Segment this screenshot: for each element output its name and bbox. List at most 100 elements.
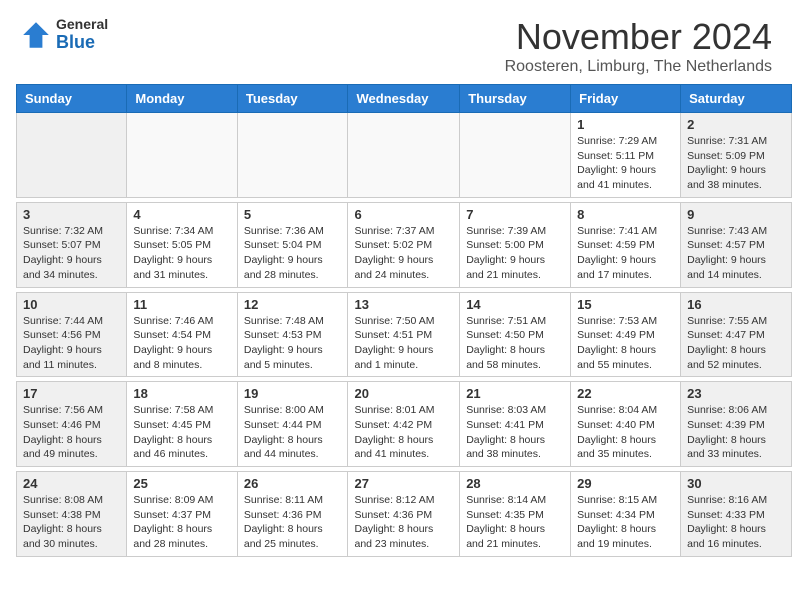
day-info: Sunrise: 7:48 AM Sunset: 4:53 PM Dayligh… (244, 314, 342, 373)
day-info: Sunrise: 7:50 AM Sunset: 4:51 PM Dayligh… (354, 314, 453, 373)
header-tuesday: Tuesday (237, 85, 348, 113)
day-number: 18 (133, 386, 230, 401)
calendar-wrapper: Sunday Monday Tuesday Wednesday Thursday… (0, 84, 792, 565)
day-number: 24 (23, 476, 120, 491)
day-info: Sunrise: 7:36 AM Sunset: 5:04 PM Dayligh… (244, 224, 342, 283)
day-number: 30 (687, 476, 785, 491)
day-info: Sunrise: 8:06 AM Sunset: 4:39 PM Dayligh… (687, 403, 785, 462)
day-info: Sunrise: 7:41 AM Sunset: 4:59 PM Dayligh… (577, 224, 674, 283)
day-info: Sunrise: 8:15 AM Sunset: 4:34 PM Dayligh… (577, 493, 674, 552)
day-info: Sunrise: 7:44 AM Sunset: 4:56 PM Dayligh… (23, 314, 120, 373)
day-number: 16 (687, 297, 785, 312)
table-row: 17Sunrise: 7:56 AM Sunset: 4:46 PM Dayli… (17, 382, 127, 467)
day-number: 8 (577, 207, 674, 222)
header-wednesday: Wednesday (348, 85, 460, 113)
day-info: Sunrise: 7:32 AM Sunset: 5:07 PM Dayligh… (23, 224, 120, 283)
table-row: 22 Sunrise: 8:04 AM Sunset: 4:40 PM Dayli… (571, 382, 681, 467)
day-number: 17 (23, 386, 120, 401)
day-number: 29 (577, 476, 674, 491)
day-info: Sunrise: 8:04 AM Sunset: 4:40 PM Dayligh… (577, 403, 674, 462)
table-row: 25 Sunrise: 8:09 AM Sunset: 4:37 PM Dayli… (127, 472, 237, 557)
day-number: 23 (687, 386, 785, 401)
table-row (127, 113, 237, 198)
table-row: 19 Sunrise: 8:00 AM Sunset: 4:44 PM Dayli… (237, 382, 348, 467)
day-info: Sunrise: 7:37 AM Sunset: 5:02 PM Dayligh… (354, 224, 453, 283)
calendar: Sunday Monday Tuesday Wednesday Thursday… (16, 84, 792, 557)
day-number: 22 (577, 386, 674, 401)
day-number: 10 (23, 297, 120, 312)
day-info: Sunrise: 7:51 AM Sunset: 4:50 PM Dayligh… (466, 314, 564, 373)
header-saturday: Saturday (681, 85, 792, 113)
table-row (237, 113, 348, 198)
day-number: 9 (687, 207, 785, 222)
day-info: Sunrise: 8:14 AM Sunset: 4:35 PM Dayligh… (466, 493, 564, 552)
table-row: 29 Sunrise: 8:15 AM Sunset: 4:34 PM Dayli… (571, 472, 681, 557)
day-number: 7 (466, 207, 564, 222)
table-row: 7 Sunrise: 7:39 AM Sunset: 5:00 PM Daylig… (460, 202, 571, 287)
page-header: General Blue November 2024 Roosteren, Li… (0, 0, 792, 84)
day-info: Sunrise: 7:31 AM Sunset: 5:09 PM Dayligh… (687, 134, 785, 193)
table-row: 9 Sunrise: 7:43 AM Sunset: 4:57 PM Daylig… (681, 202, 792, 287)
day-info: Sunrise: 8:16 AM Sunset: 4:33 PM Dayligh… (687, 493, 785, 552)
day-number: 11 (133, 297, 230, 312)
day-number: 20 (354, 386, 453, 401)
table-row: 21 Sunrise: 8:03 AM Sunset: 4:41 PM Dayli… (460, 382, 571, 467)
table-row: 16 Sunrise: 7:55 AM Sunset: 4:47 PM Dayli… (681, 292, 792, 377)
day-info: Sunrise: 7:55 AM Sunset: 4:47 PM Dayligh… (687, 314, 785, 373)
logo-general: General (56, 16, 108, 32)
table-row: 2 Sunrise: 7:31 AM Sunset: 5:09 PM Daylig… (681, 113, 792, 198)
calendar-header-row: Sunday Monday Tuesday Wednesday Thursday… (17, 85, 792, 113)
table-row: 5Sunrise: 7:36 AM Sunset: 5:04 PM Daylig… (237, 202, 348, 287)
day-info: Sunrise: 8:01 AM Sunset: 4:42 PM Dayligh… (354, 403, 453, 462)
day-info: Sunrise: 8:00 AM Sunset: 4:44 PM Dayligh… (244, 403, 342, 462)
day-info: Sunrise: 8:12 AM Sunset: 4:36 PM Dayligh… (354, 493, 453, 552)
day-number: 2 (687, 117, 785, 132)
table-row: 28 Sunrise: 8:14 AM Sunset: 4:35 PM Dayli… (460, 472, 571, 557)
table-row: 23 Sunrise: 8:06 AM Sunset: 4:39 PM Dayli… (681, 382, 792, 467)
table-row: 4Sunrise: 7:34 AM Sunset: 5:05 PM Daylig… (127, 202, 237, 287)
day-info: Sunrise: 8:09 AM Sunset: 4:37 PM Dayligh… (133, 493, 230, 552)
day-number: 12 (244, 297, 342, 312)
table-row: 10 Sunrise: 7:44 AM Sunset: 4:56 PM Dayli… (17, 292, 127, 377)
table-row: 3 Sunrise: 7:32 AM Sunset: 5:07 PM Daylig… (17, 202, 127, 287)
header-thursday: Thursday (460, 85, 571, 113)
table-row (348, 113, 460, 198)
location: Roosteren, Limburg, The Netherlands (505, 58, 772, 76)
calendar-week-row: 3 Sunrise: 7:32 AM Sunset: 5:07 PM Daylig… (17, 202, 792, 287)
day-number: 21 (466, 386, 564, 401)
day-info: Sunrise: 8:03 AM Sunset: 4:41 PM Dayligh… (466, 403, 564, 462)
day-number: 15 (577, 297, 674, 312)
calendar-week-row: 24Sunrise: 8:08 AM Sunset: 4:38 PM Dayli… (17, 472, 792, 557)
day-number: 27 (354, 476, 453, 491)
day-number: 14 (466, 297, 564, 312)
day-number: 13 (354, 297, 453, 312)
day-number: 1 (577, 117, 674, 132)
table-row: 12 Sunrise: 7:48 AM Sunset: 4:53 PM Dayli… (237, 292, 348, 377)
logo-icon (20, 19, 52, 51)
table-row (460, 113, 571, 198)
table-row: 18 Sunrise: 7:58 AM Sunset: 4:45 PM Dayli… (127, 382, 237, 467)
calendar-week-row: 1 Sunrise: 7:29 AM Sunset: 5:11 PM Daylig… (17, 113, 792, 198)
day-number: 25 (133, 476, 230, 491)
day-number: 26 (244, 476, 342, 491)
table-row: 26 Sunrise: 8:11 AM Sunset: 4:36 PM Dayli… (237, 472, 348, 557)
day-number: 3 (23, 207, 120, 222)
calendar-week-row: 10 Sunrise: 7:44 AM Sunset: 4:56 PM Dayli… (17, 292, 792, 377)
day-number: 19 (244, 386, 342, 401)
logo: General Blue (20, 16, 108, 53)
day-info: Sunrise: 7:29 AM Sunset: 5:11 PM Dayligh… (577, 134, 674, 193)
day-info: Sunrise: 8:11 AM Sunset: 4:36 PM Dayligh… (244, 493, 342, 552)
table-row: 15Sunrise: 7:53 AM Sunset: 4:49 PM Dayli… (571, 292, 681, 377)
table-row: 13 Sunrise: 7:50 AM Sunset: 4:51 PM Dayli… (348, 292, 460, 377)
day-info: Sunrise: 7:39 AM Sunset: 5:00 PM Dayligh… (466, 224, 564, 283)
table-row: 30 Sunrise: 8:16 AM Sunset: 4:33 PM Dayli… (681, 472, 792, 557)
day-info: Sunrise: 7:58 AM Sunset: 4:45 PM Dayligh… (133, 403, 230, 462)
title-section: November 2024 Roosteren, Limburg, The Ne… (505, 16, 772, 76)
day-number: 4 (133, 207, 230, 222)
logo-blue: Blue (56, 32, 108, 53)
day-info: Sunrise: 7:43 AM Sunset: 4:57 PM Dayligh… (687, 224, 785, 283)
day-number: 28 (466, 476, 564, 491)
table-row: 20 Sunrise: 8:01 AM Sunset: 4:42 PM Dayli… (348, 382, 460, 467)
header-friday: Friday (571, 85, 681, 113)
table-row: 8 Sunrise: 7:41 AM Sunset: 4:59 PM Daylig… (571, 202, 681, 287)
